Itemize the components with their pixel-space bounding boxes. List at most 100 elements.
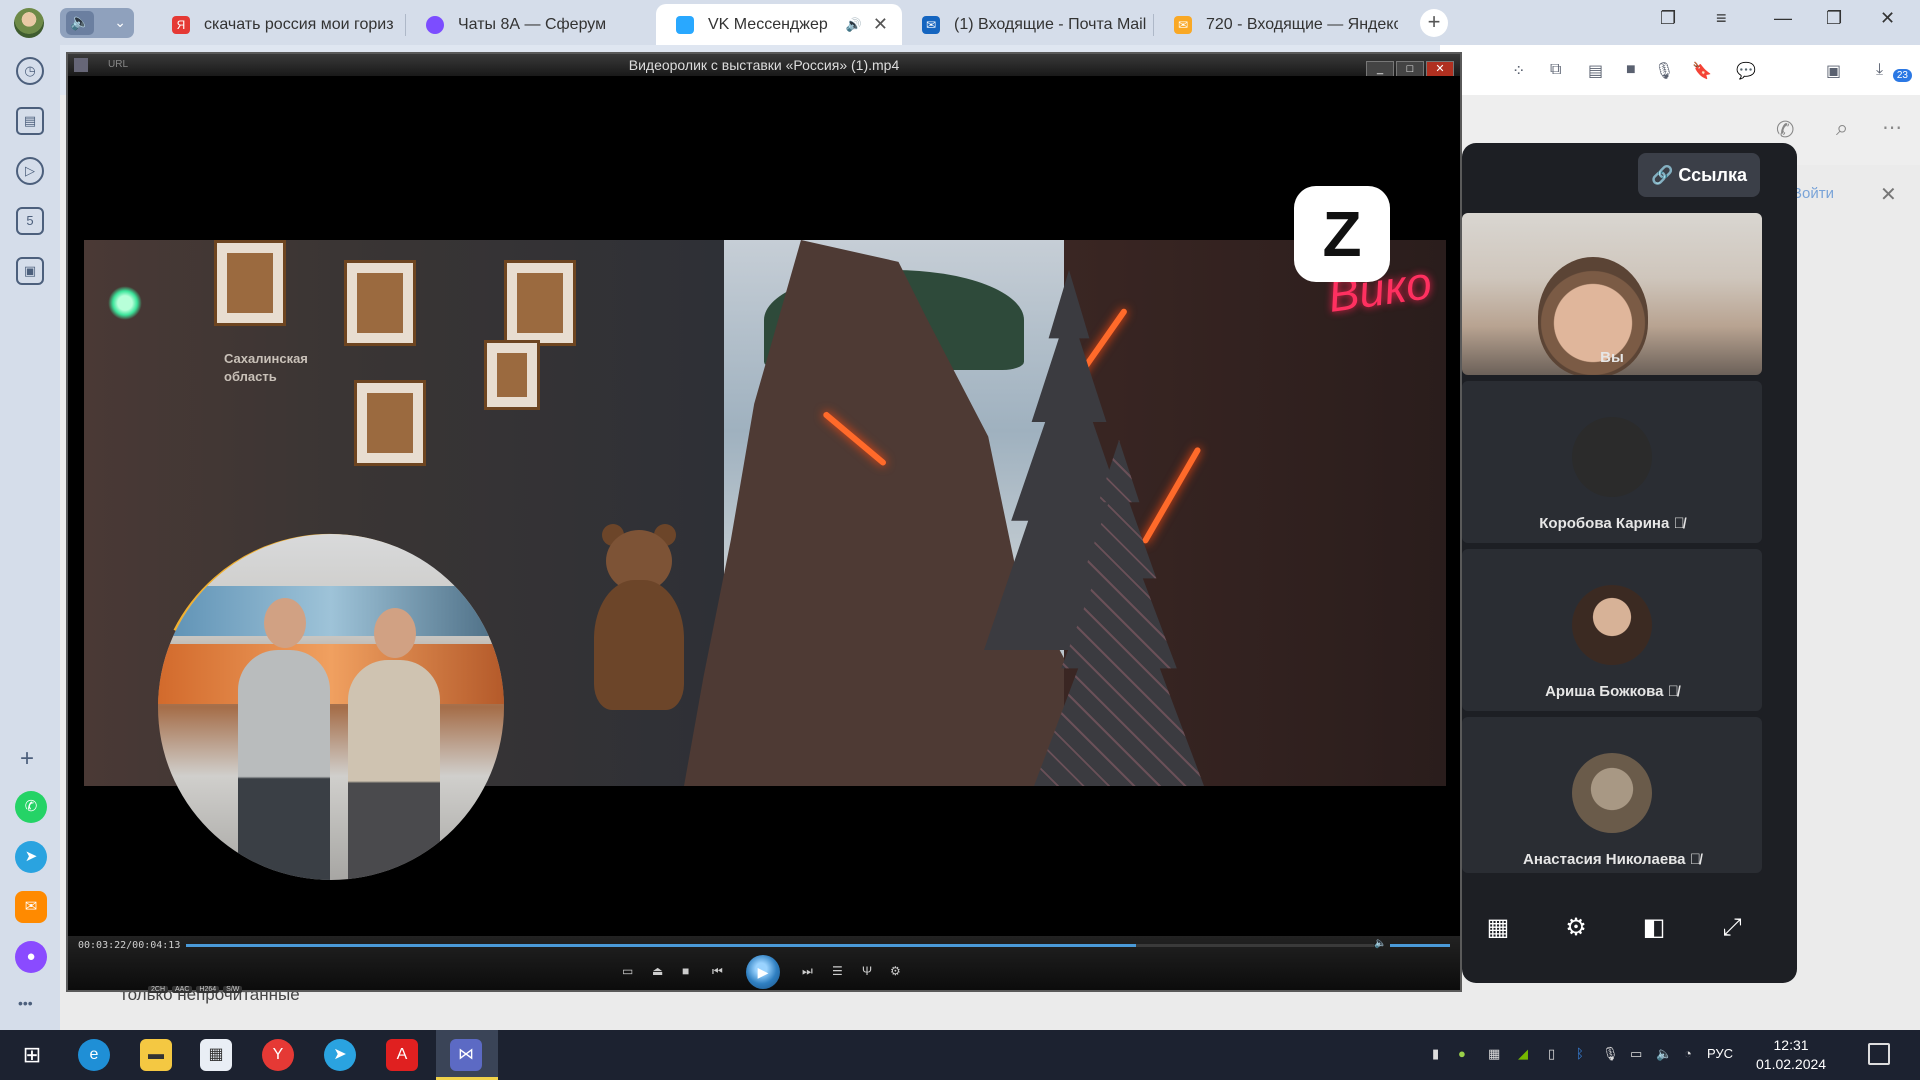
participant-tile[interactable]: Ариша Божкова 🎙̸ (1462, 549, 1762, 711)
participant-tile-self[interactable]: Вы (1462, 213, 1762, 375)
browser-toolbar: ⁘ ⧉ ▤ ■ 🎙 🔖 💬 ▣ ⤓ 23 (1440, 45, 1920, 95)
chat-icon[interactable]: 💬 (1736, 61, 1756, 80)
history-icon[interactable]: ◷ (16, 57, 44, 85)
acrobat-icon[interactable]: A (386, 1039, 418, 1071)
new-tab-button[interactable]: + (1420, 9, 1448, 37)
yandex-browser-icon[interactable]: Y (262, 1039, 294, 1071)
play-button[interactable]: ▶ (746, 955, 780, 989)
alice-icon[interactable]: ● (15, 941, 47, 973)
tab-vk-messenger[interactable]: VK Мессенджер 🔊 ✕ (656, 4, 902, 45)
restore-button[interactable]: ❐ (1826, 8, 1842, 29)
yandex-mail-icon: ✉ (1174, 16, 1192, 34)
bookmark-icon[interactable]: 🔖 (1692, 61, 1712, 80)
profile-avatar[interactable] (14, 8, 44, 38)
tray-device-icon[interactable]: ▯ (1548, 1046, 1555, 1062)
media-player-icon[interactable]: ⋈ (450, 1039, 482, 1071)
fullscreen-icon[interactable]: ⤢ (1716, 912, 1748, 944)
player-settings-icon[interactable]: ⚙ (890, 964, 901, 978)
telegram-icon[interactable]: ➤ (15, 841, 47, 873)
bluetooth-icon[interactable]: ᛒ (1576, 1046, 1584, 1061)
presenter-head (264, 598, 306, 648)
whatsapp-icon[interactable]: ✆ (15, 791, 47, 823)
collections-sidebar-icon[interactable]: ▤ (16, 107, 44, 135)
subtitles-icon[interactable]: ▭ (622, 964, 633, 978)
clock[interactable]: 12:31 01.02.2024 (1756, 1036, 1826, 1074)
player-maximize-button[interactable]: □ (1396, 61, 1424, 77)
playlist-icon[interactable]: ☰ (832, 964, 843, 978)
grid-view-icon[interactable]: ▦ (1482, 912, 1514, 944)
gallery-icon[interactable]: ▣ (1826, 61, 1844, 80)
eject-icon[interactable]: ⏏ (652, 964, 663, 978)
start-button[interactable]: ⊞ (16, 1039, 48, 1071)
menu-icon[interactable]: ≡ (1716, 8, 1727, 29)
settings-icon[interactable]: ⚙ (1560, 912, 1592, 944)
seek-bar[interactable] (186, 944, 1374, 947)
player-close-button[interactable]: ✕ (1426, 61, 1454, 77)
format-tag: H264 (196, 986, 220, 993)
avatar (1572, 417, 1652, 497)
sferum-icon (426, 16, 444, 34)
login-link[interactable]: Войти (1792, 185, 1834, 202)
downloads-icon[interactable]: ⤓ (1876, 61, 1894, 79)
tab-sound-icon[interactable]: 🔊 (846, 4, 862, 45)
language-indicator[interactable]: РУС (1707, 1046, 1733, 1061)
reader-icon[interactable]: ▤ (1588, 61, 1606, 80)
phone-icon[interactable]: ✆ (1776, 117, 1794, 143)
tab-sferum[interactable]: Чаты 8А — Сферум (406, 4, 656, 45)
mic-icon[interactable]: 🎙 (1654, 61, 1674, 80)
tab-mail-ru[interactable]: ✉ (1) Входящие - Почта Mail (902, 4, 1154, 45)
stand-backdrop (158, 644, 504, 704)
explorer-icon[interactable]: ▬ (140, 1039, 172, 1071)
more-options-icon[interactable]: ⋯ (1882, 115, 1902, 140)
store-icon[interactable]: ▦ (200, 1039, 232, 1071)
mail-app-icon[interactable]: ✉ (15, 891, 47, 923)
wifi-icon[interactable]: ◔ (1684, 1046, 1692, 1061)
tray-network-drive-icon[interactable]: ▦ (1488, 1046, 1500, 1062)
volume-icon[interactable]: 🔈 (1374, 938, 1386, 949)
stop-icon[interactable]: ■ (682, 964, 689, 978)
collections-icon[interactable]: ❐ (1660, 8, 1676, 29)
five-icon[interactable]: 5 (16, 207, 44, 235)
close-icon[interactable]: ✕ (1880, 182, 1897, 207)
play-icon[interactable]: ▷ (16, 157, 44, 185)
close-window-button[interactable]: ✕ (1880, 8, 1895, 29)
participant-tile[interactable]: Анастасия Николаева 🎙̸ (1462, 717, 1762, 873)
edge-icon[interactable]: e (78, 1039, 110, 1071)
equalizer-icon[interactable]: Ψ (862, 964, 872, 978)
format-tag: S/W (223, 986, 243, 993)
camera-icon[interactable]: ▣ (16, 257, 44, 285)
video-frame[interactable]: Сахалинская область Вико Z (68, 76, 1460, 936)
tab-close-icon[interactable]: ✕ (873, 4, 888, 45)
notification-center-icon[interactable] (1868, 1043, 1890, 1065)
minimize-button[interactable]: — (1774, 8, 1792, 29)
display-box (344, 260, 416, 346)
search-icon[interactable]: ⌕ (1836, 115, 1848, 141)
nvidia-icon[interactable]: ◢ (1518, 1046, 1528, 1062)
next-icon[interactable]: ⏭ (802, 964, 813, 979)
video-icon[interactable]: ■ (1626, 61, 1644, 79)
tray-mic-icon[interactable]: 🎙 (1602, 1046, 1619, 1062)
extensions-icon[interactable]: ⁘ (1512, 61, 1530, 80)
volume-slider[interactable] (1390, 944, 1450, 947)
tab-yandex-search[interactable]: Я скачать россия мои гориз (152, 4, 406, 45)
previous-icon[interactable]: ⏮ (712, 964, 723, 979)
volume-tray-icon[interactable]: 🔈 (1656, 1046, 1672, 1062)
participant-tile[interactable]: Коробова Карина 🎙̸ (1462, 381, 1762, 543)
add-sidebar-icon[interactable]: + (20, 745, 34, 773)
copy-icon[interactable]: ⧉ (1550, 61, 1568, 79)
battery-icon[interactable]: ▭ (1630, 1046, 1642, 1062)
tray-usb-icon[interactable]: ▮ (1432, 1046, 1439, 1062)
player-window-controls: _ □ ✕ (1364, 56, 1454, 78)
media-player-window[interactable]: URL Видеоролик с выставки «Россия» (1).m… (66, 52, 1462, 993)
presenters-inset (158, 534, 504, 880)
wall-text: Сахалинская область (224, 351, 308, 384)
tab-yandex-mail[interactable]: ✉ 720 - Входящие — Яндекс (1154, 4, 1398, 45)
tab-audio-control[interactable]: 🔈 ⌄ (60, 8, 134, 38)
copy-link-button[interactable]: 🔗 Ссылка (1638, 153, 1760, 197)
tray-app-icon[interactable]: ● (1458, 1046, 1466, 1061)
more-icon[interactable]: ••• (18, 995, 33, 1011)
player-minimize-button[interactable]: _ (1366, 61, 1394, 77)
screen-share-icon[interactable]: ◧ (1638, 912, 1670, 944)
player-title-bar[interactable]: URL Видеоролик с выставки «Россия» (1).m… (68, 54, 1460, 78)
telegram-taskbar-icon[interactable]: ➤ (324, 1039, 356, 1071)
